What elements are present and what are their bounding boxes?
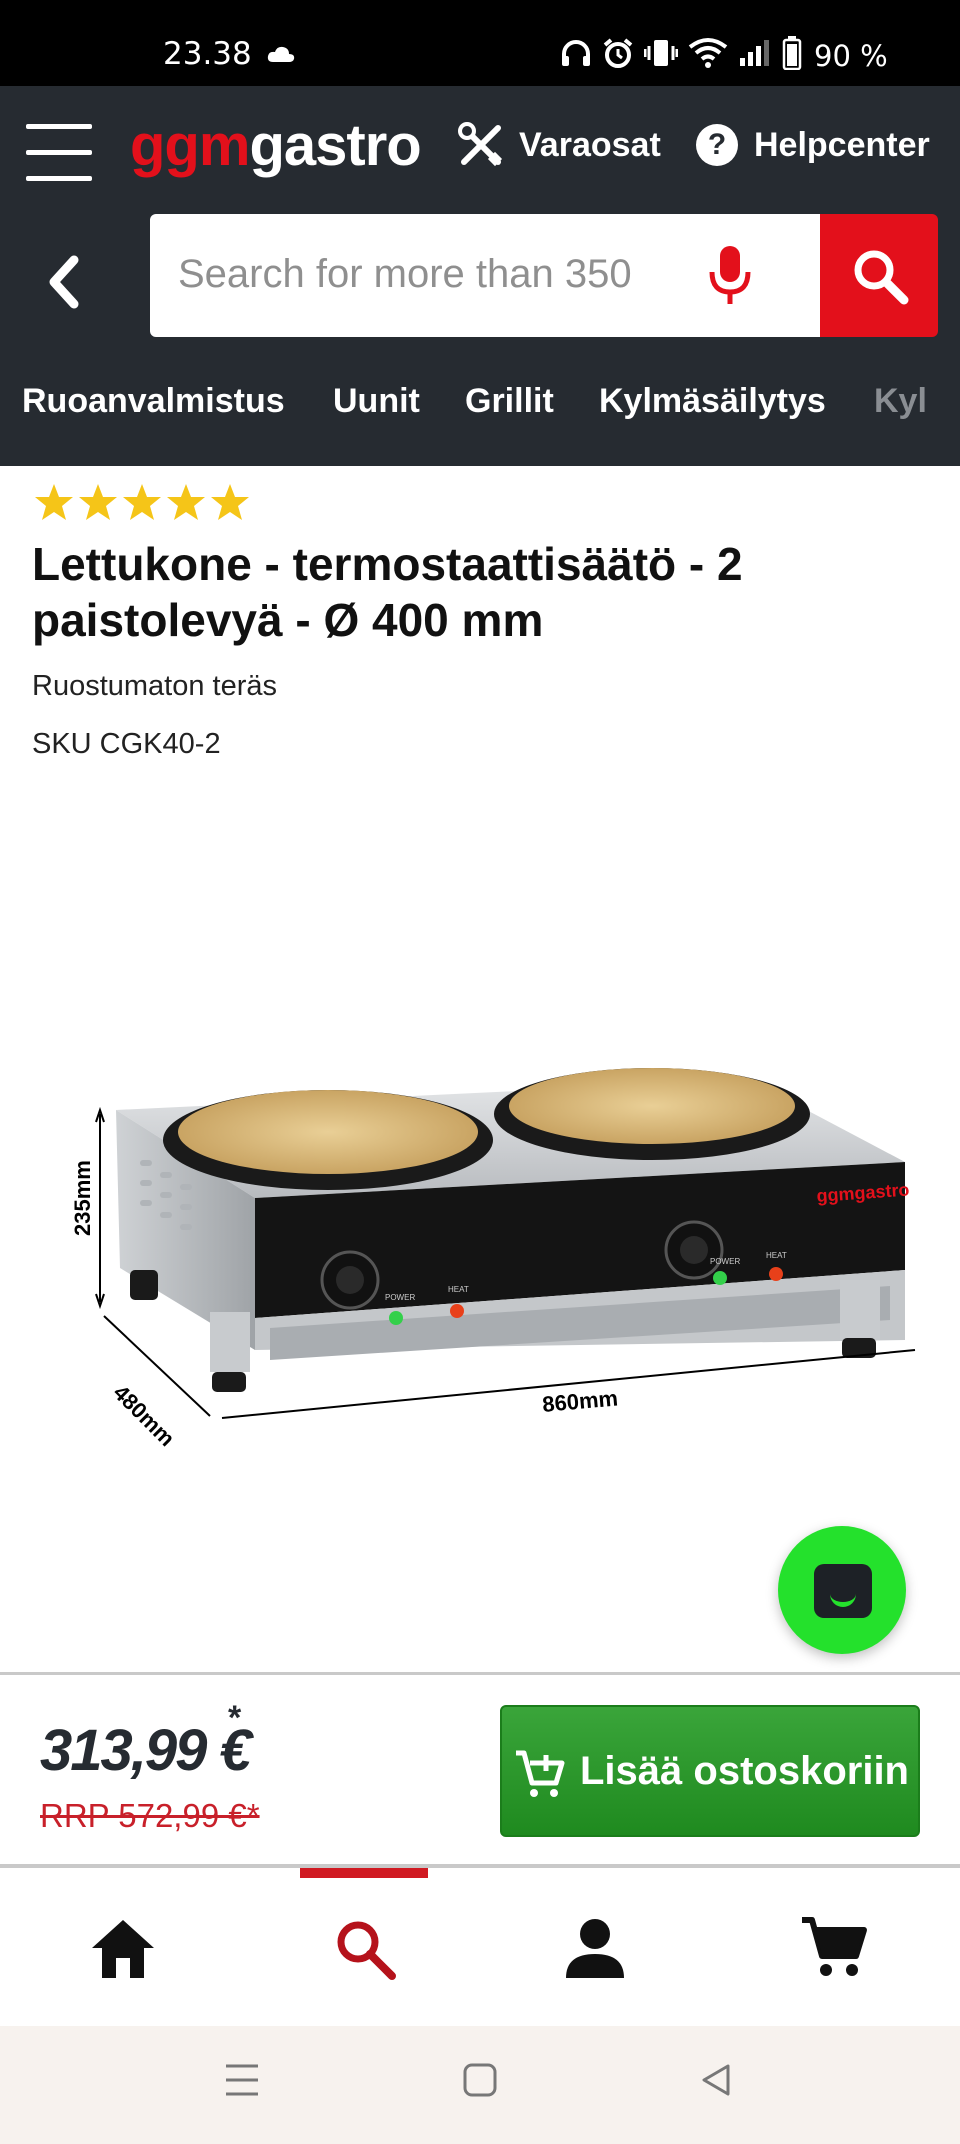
product-sku: SKU CGK40-2	[32, 728, 221, 760]
logo-part-ggm: ggm	[130, 113, 250, 178]
star-icon	[79, 484, 117, 520]
search-icon[interactable]	[330, 1914, 400, 1984]
add-to-cart-icon	[516, 1750, 565, 1797]
headphones-icon	[560, 38, 592, 73]
search-input[interactable]	[178, 244, 648, 304]
site-header: ggmgastro Varaosat ? Helpcenter Ruoanval…	[0, 86, 960, 466]
product-material: Ruostumaton teräs	[32, 670, 278, 702]
category-kylmasailytys[interactable]: Kylmäsäilytys	[599, 382, 826, 421]
battery-icon	[782, 36, 802, 75]
star-icon	[123, 484, 161, 520]
power-label: POWER	[385, 1293, 415, 1302]
add-to-cart-button[interactable]: Lisää ostoskoriin	[500, 1705, 920, 1837]
chat-button[interactable]	[778, 1526, 906, 1654]
tools-icon[interactable]	[458, 122, 504, 173]
category-uunit[interactable]: Uunit	[333, 382, 420, 421]
product-price: 313,99 €	[40, 1718, 252, 1783]
star-icon	[167, 484, 205, 520]
cloud-icon	[266, 44, 296, 69]
star-icon	[211, 484, 249, 520]
search-button[interactable]	[820, 214, 938, 337]
status-time: 23.38	[163, 36, 252, 72]
star-icon	[35, 484, 73, 520]
site-logo[interactable]: ggmgastro	[130, 112, 422, 179]
wifi-icon	[688, 37, 728, 74]
alarm-icon	[602, 37, 634, 74]
category-grillit[interactable]: Grillit	[465, 382, 554, 421]
home-icon[interactable]	[88, 1914, 158, 1984]
dim-height: 235mm	[70, 1160, 95, 1236]
account-icon[interactable]	[560, 1914, 630, 1984]
signal-icon	[738, 38, 772, 73]
heat-label: HEAT	[766, 1251, 787, 1260]
dim-depth: 480mm	[108, 1380, 179, 1451]
price-asterisk: *	[228, 1699, 242, 1737]
product-title: Lettukone - termostaattisäätö - 2 paisto…	[32, 538, 743, 646]
back-icon[interactable]	[40, 252, 90, 312]
chat-icon	[814, 1564, 872, 1618]
power-label: POWER	[710, 1257, 740, 1266]
heat-label: HEAT	[448, 1285, 469, 1294]
rrp-price: RRP 572,99 €*	[40, 1797, 260, 1834]
category-more[interactable]: Kyl	[874, 382, 927, 421]
add-to-cart-label: Lisää ostoskoriin	[580, 1749, 909, 1793]
help-icon[interactable]: ?	[696, 124, 738, 166]
vibrate-icon	[643, 37, 679, 74]
search-icon	[854, 250, 909, 305]
recent-apps-icon[interactable]	[222, 2060, 262, 2100]
system-nav-bar	[0, 2026, 960, 2144]
category-nav: Ruoanvalmistus Uunit Grillit Kylmäsäilyt…	[0, 382, 960, 442]
bottom-nav	[0, 1868, 960, 2026]
helpcenter-link[interactable]: Helpcenter	[754, 126, 930, 165]
cart-icon[interactable]	[800, 1914, 870, 1984]
battery-percent: 90 %	[814, 38, 888, 73]
microphone-icon[interactable]	[706, 244, 754, 313]
dim-width: 860mm	[541, 1385, 619, 1417]
category-ruoanvalmistus[interactable]: Ruoanvalmistus	[22, 382, 285, 421]
nav-active-indicator	[300, 1868, 428, 1878]
menu-icon[interactable]	[26, 124, 92, 184]
spare-parts-link[interactable]: Varaosat	[519, 126, 661, 165]
home-button-icon[interactable]	[460, 2060, 500, 2100]
status-bar: 23.38 90 %	[0, 0, 960, 86]
search-box	[150, 214, 820, 337]
back-button-icon[interactable]	[696, 2060, 736, 2100]
rating-stars	[34, 482, 250, 522]
product-image[interactable]: POWER HEAT POWER HEAT ggmgastro 235mm 48…	[60, 1050, 920, 1530]
price-bar: 313,99 € * RRP 572,99 €* Lisää ostoskori…	[0, 1672, 960, 1868]
logo-part-gastro: gastro	[249, 113, 421, 178]
